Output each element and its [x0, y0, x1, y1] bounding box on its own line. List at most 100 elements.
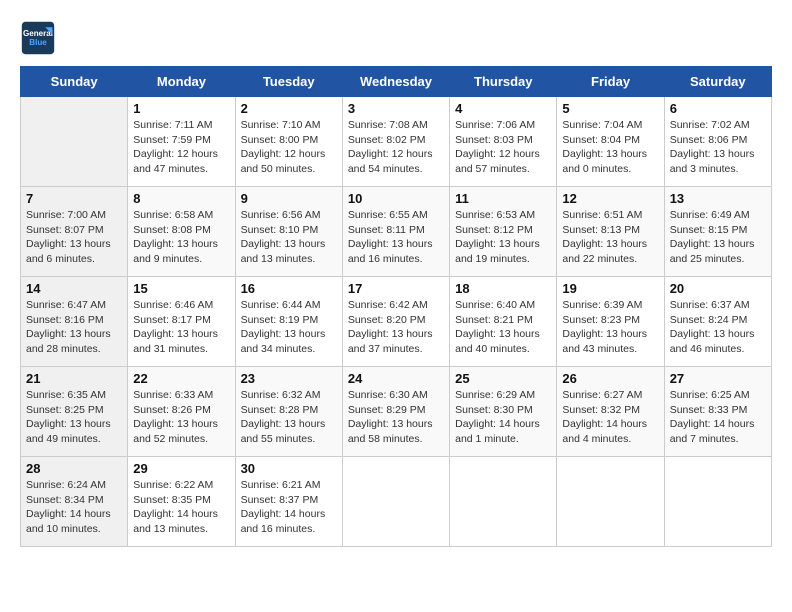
- calendar-cell: 15 Sunrise: 6:46 AM Sunset: 8:17 PM Dayli…: [128, 277, 235, 367]
- day-number: 4: [455, 101, 551, 116]
- day-number: 29: [133, 461, 229, 476]
- calendar-cell: 12 Sunrise: 6:51 AM Sunset: 8:13 PM Dayli…: [557, 187, 664, 277]
- calendar-cell: 16 Sunrise: 6:44 AM Sunset: 8:19 PM Dayli…: [235, 277, 342, 367]
- calendar-cell: 6 Sunrise: 7:02 AM Sunset: 8:06 PM Daylig…: [664, 97, 771, 187]
- day-number: 16: [241, 281, 337, 296]
- calendar-cell: [557, 457, 664, 547]
- calendar-cell: 17Sunrise: 6:42 AM Sunset: 8:20 PM Dayli…: [342, 277, 449, 367]
- day-info: Sunrise: 6:40 AM Sunset: 8:21 PM Dayligh…: [455, 298, 551, 357]
- calendar-header-row: SundayMondayTuesdayWednesdayThursdayFrid…: [21, 67, 772, 97]
- day-number: 15: [133, 281, 229, 296]
- day-number: 21: [26, 371, 122, 386]
- day-info: Sunrise: 6:30 AM Sunset: 8:29 PM Dayligh…: [348, 388, 444, 447]
- day-info: Sunrise: 6:49 AM Sunset: 8:15 PM Dayligh…: [670, 208, 766, 267]
- calendar-cell: 21 Sunrise: 6:35 AM Sunset: 8:25 PM Dayli…: [21, 367, 128, 457]
- svg-text:General: General: [23, 29, 53, 38]
- day-info: Sunrise: 6:33 AM Sunset: 8:26 PM Dayligh…: [133, 388, 229, 447]
- calendar-cell: 30Sunrise: 6:21 AM Sunset: 8:37 PM Dayli…: [235, 457, 342, 547]
- day-info: Sunrise: 6:55 AM Sunset: 8:11 PM Dayligh…: [348, 208, 444, 267]
- calendar-cell: 14Sunrise: 6:47 AM Sunset: 8:16 PM Dayli…: [21, 277, 128, 367]
- day-info: Sunrise: 7:10 AM Sunset: 8:00 PM Dayligh…: [241, 118, 337, 177]
- day-number: 2: [241, 101, 337, 116]
- day-info: Sunrise: 6:32 AM Sunset: 8:28 PM Dayligh…: [241, 388, 337, 447]
- calendar-cell: 11 Sunrise: 6:53 AM Sunset: 8:12 PM Dayli…: [450, 187, 557, 277]
- svg-text:Blue: Blue: [29, 38, 47, 47]
- day-info: Sunrise: 7:11 AM Sunset: 7:59 PM Dayligh…: [133, 118, 229, 177]
- day-number: 3: [348, 101, 444, 116]
- calendar-cell: [21, 97, 128, 187]
- day-info: Sunrise: 6:21 AM Sunset: 8:37 PM Dayligh…: [241, 478, 337, 537]
- day-number: 25: [455, 371, 551, 386]
- day-number: 27: [670, 371, 766, 386]
- day-header-tuesday: Tuesday: [235, 67, 342, 97]
- day-info: Sunrise: 6:44 AM Sunset: 8:19 PM Dayligh…: [241, 298, 337, 357]
- day-number: 18: [455, 281, 551, 296]
- day-info: Sunrise: 6:24 AM Sunset: 8:34 PM Dayligh…: [26, 478, 122, 537]
- week-row-2: 7 Sunrise: 7:00 AM Sunset: 8:07 PM Daylig…: [21, 187, 772, 277]
- calendar-table: SundayMondayTuesdayWednesdayThursdayFrid…: [20, 66, 772, 547]
- calendar-cell: 9Sunrise: 6:56 AM Sunset: 8:10 PM Daylig…: [235, 187, 342, 277]
- day-number: 11: [455, 191, 551, 206]
- day-info: Sunrise: 7:08 AM Sunset: 8:02 PM Dayligh…: [348, 118, 444, 177]
- day-number: 20: [670, 281, 766, 296]
- day-number: 5: [562, 101, 658, 116]
- calendar-cell: 27Sunrise: 6:25 AM Sunset: 8:33 PM Dayli…: [664, 367, 771, 457]
- day-info: Sunrise: 6:51 AM Sunset: 8:13 PM Dayligh…: [562, 208, 658, 267]
- calendar-cell: [664, 457, 771, 547]
- logo: General Blue: [20, 20, 62, 56]
- day-info: Sunrise: 6:53 AM Sunset: 8:12 PM Dayligh…: [455, 208, 551, 267]
- day-info: Sunrise: 6:29 AM Sunset: 8:30 PM Dayligh…: [455, 388, 551, 447]
- calendar-cell: 29 Sunrise: 6:22 AM Sunset: 8:35 PM Dayli…: [128, 457, 235, 547]
- week-row-1: 1 Sunrise: 7:11 AM Sunset: 7:59 PM Daylig…: [21, 97, 772, 187]
- calendar-cell: 4 Sunrise: 7:06 AM Sunset: 8:03 PM Daylig…: [450, 97, 557, 187]
- calendar-cell: 26 Sunrise: 6:27 AM Sunset: 8:32 PM Dayli…: [557, 367, 664, 457]
- calendar-cell: 3 Sunrise: 7:08 AM Sunset: 8:02 PM Daylig…: [342, 97, 449, 187]
- day-number: 6: [670, 101, 766, 116]
- day-number: 10: [348, 191, 444, 206]
- calendar-cell: 8Sunrise: 6:58 AM Sunset: 8:08 PM Daylig…: [128, 187, 235, 277]
- calendar-cell: 28 Sunrise: 6:24 AM Sunset: 8:34 PM Dayli…: [21, 457, 128, 547]
- day-info: Sunrise: 6:39 AM Sunset: 8:23 PM Dayligh…: [562, 298, 658, 357]
- day-info: Sunrise: 7:06 AM Sunset: 8:03 PM Dayligh…: [455, 118, 551, 177]
- day-header-monday: Monday: [128, 67, 235, 97]
- week-row-4: 21 Sunrise: 6:35 AM Sunset: 8:25 PM Dayli…: [21, 367, 772, 457]
- day-number: 23: [241, 371, 337, 386]
- day-info: Sunrise: 7:02 AM Sunset: 8:06 PM Dayligh…: [670, 118, 766, 177]
- calendar-cell: 13 Sunrise: 6:49 AM Sunset: 8:15 PM Dayli…: [664, 187, 771, 277]
- calendar-cell: 18 Sunrise: 6:40 AM Sunset: 8:21 PM Dayli…: [450, 277, 557, 367]
- day-number: 7: [26, 191, 122, 206]
- day-info: Sunrise: 6:22 AM Sunset: 8:35 PM Dayligh…: [133, 478, 229, 537]
- calendar-cell: 7 Sunrise: 7:00 AM Sunset: 8:07 PM Daylig…: [21, 187, 128, 277]
- day-number: 8: [133, 191, 229, 206]
- logo-icon: General Blue: [20, 20, 56, 56]
- day-info: Sunrise: 6:42 AM Sunset: 8:20 PM Dayligh…: [348, 298, 444, 357]
- day-number: 14: [26, 281, 122, 296]
- day-info: Sunrise: 6:46 AM Sunset: 8:17 PM Dayligh…: [133, 298, 229, 357]
- calendar-cell: 25 Sunrise: 6:29 AM Sunset: 8:30 PM Dayli…: [450, 367, 557, 457]
- day-info: Sunrise: 6:27 AM Sunset: 8:32 PM Dayligh…: [562, 388, 658, 447]
- calendar-cell: 5Sunrise: 7:04 AM Sunset: 8:04 PM Daylig…: [557, 97, 664, 187]
- day-info: Sunrise: 7:00 AM Sunset: 8:07 PM Dayligh…: [26, 208, 122, 267]
- week-row-3: 14Sunrise: 6:47 AM Sunset: 8:16 PM Dayli…: [21, 277, 772, 367]
- day-number: 13: [670, 191, 766, 206]
- day-info: Sunrise: 6:35 AM Sunset: 8:25 PM Dayligh…: [26, 388, 122, 447]
- calendar-cell: 1 Sunrise: 7:11 AM Sunset: 7:59 PM Daylig…: [128, 97, 235, 187]
- day-header-sunday: Sunday: [21, 67, 128, 97]
- day-info: Sunrise: 6:56 AM Sunset: 8:10 PM Dayligh…: [241, 208, 337, 267]
- day-number: 19: [562, 281, 658, 296]
- calendar-cell: 19 Sunrise: 6:39 AM Sunset: 8:23 PM Dayli…: [557, 277, 664, 367]
- day-number: 12: [562, 191, 658, 206]
- week-row-5: 28 Sunrise: 6:24 AM Sunset: 8:34 PM Dayli…: [21, 457, 772, 547]
- header: General Blue: [20, 20, 772, 56]
- day-number: 22: [133, 371, 229, 386]
- calendar-cell: 23 Sunrise: 6:32 AM Sunset: 8:28 PM Dayli…: [235, 367, 342, 457]
- day-info: Sunrise: 6:37 AM Sunset: 8:24 PM Dayligh…: [670, 298, 766, 357]
- day-number: 28: [26, 461, 122, 476]
- day-number: 24: [348, 371, 444, 386]
- day-number: 1: [133, 101, 229, 116]
- day-number: 26: [562, 371, 658, 386]
- calendar-cell: 2 Sunrise: 7:10 AM Sunset: 8:00 PM Daylig…: [235, 97, 342, 187]
- calendar-cell: [342, 457, 449, 547]
- calendar-cell: 22 Sunrise: 6:33 AM Sunset: 8:26 PM Dayli…: [128, 367, 235, 457]
- day-header-wednesday: Wednesday: [342, 67, 449, 97]
